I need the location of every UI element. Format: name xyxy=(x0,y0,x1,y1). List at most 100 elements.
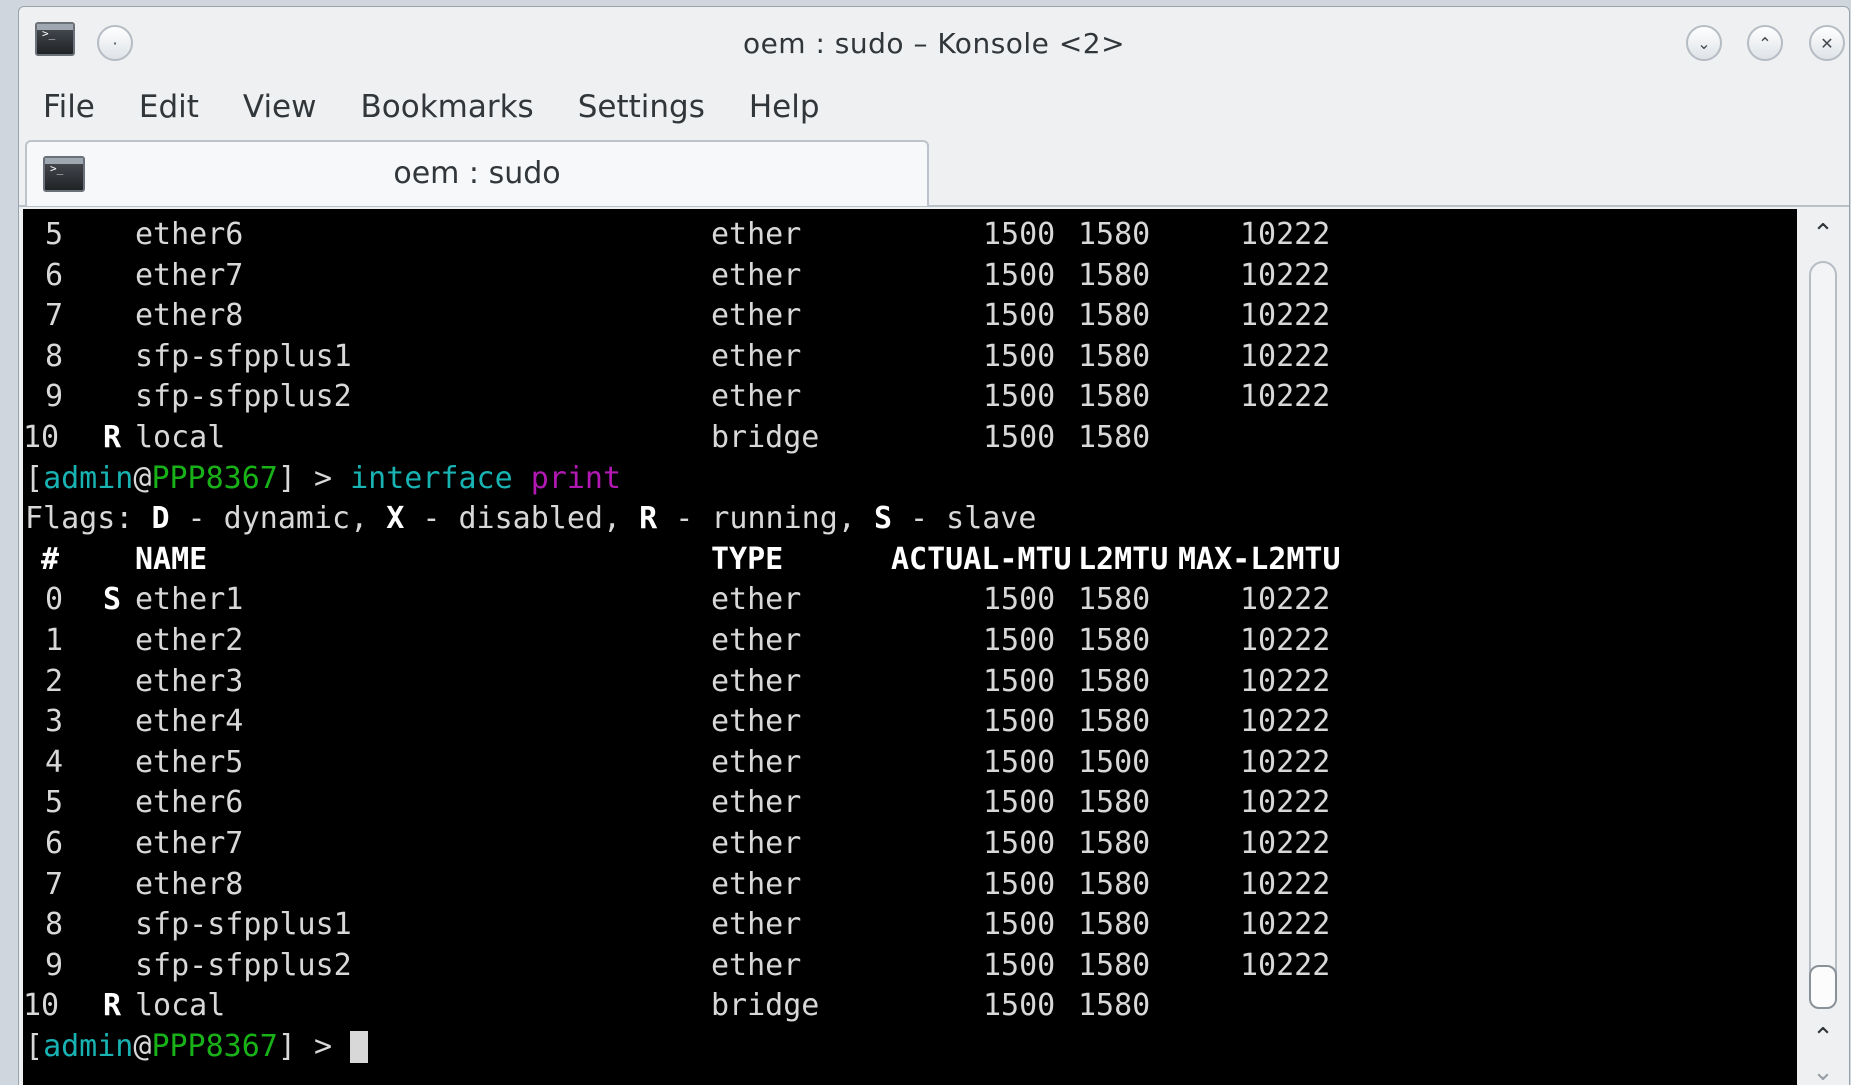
row-number: 6 xyxy=(44,257,63,293)
row-number: 9 xyxy=(44,379,63,415)
row-max-l2mtu: 10222 xyxy=(1240,866,1331,902)
row-number: 7 xyxy=(44,866,63,902)
terminal-output[interactable]: 5 ether6 ether 1500 1580 10222 6 ether7 ether 150… xyxy=(23,209,1797,1085)
row-type: ether xyxy=(711,379,802,415)
row-l2mtu: 1580 xyxy=(1078,257,1151,293)
menu-view[interactable]: View xyxy=(243,79,317,135)
table-row: 8 sfp-sfpplus1 ether 1500 1580 10222 xyxy=(23,337,1793,378)
vertical-scrollbar[interactable]: ⌃ ⌃ ⌄ xyxy=(1801,209,1845,1085)
flags-label: Flags: xyxy=(25,501,152,537)
row-max-l2mtu: 10222 xyxy=(1240,744,1331,780)
row-l2mtu: 1580 xyxy=(1078,704,1151,740)
table-row: 6 ether7 ether 1500 1580 10222 xyxy=(23,256,1793,297)
row-name: sfp-sfpplus1 xyxy=(135,907,352,943)
row-max-l2mtu: 10222 xyxy=(1240,338,1331,374)
row-number: 1 xyxy=(44,622,63,658)
row-max-l2mtu: 10222 xyxy=(1240,825,1331,861)
row-max-l2mtu: 10222 xyxy=(1240,663,1331,699)
row-actual-mtu: 1500 xyxy=(983,866,1056,902)
header-actual-mtu: ACTUAL-MTU xyxy=(891,541,1072,577)
table-row: 3 ether4 ether 1500 1580 10222 xyxy=(23,702,1793,743)
menu-edit[interactable]: Edit xyxy=(139,79,199,135)
row-max-l2mtu: 10222 xyxy=(1240,704,1331,740)
table-row: 9 sfp-sfpplus2 ether 1500 1580 10222 xyxy=(23,377,1793,418)
terminal-lines: 5 ether6 ether 1500 1580 10222 6 ether7 ether 150… xyxy=(23,215,1793,1067)
row-name: ether5 xyxy=(135,744,244,780)
row-type: ether xyxy=(711,217,802,252)
prompt-user: admin xyxy=(43,460,134,496)
scroll-down-icon[interactable]: ⌄ xyxy=(1807,1057,1839,1085)
row-flag: R xyxy=(103,988,122,1024)
scrollbar-handle[interactable] xyxy=(1809,965,1837,1009)
row-number: 9 xyxy=(44,947,63,983)
header-num: # xyxy=(41,541,60,577)
header-max-l2mtu: MAX-L2MTU xyxy=(1178,541,1341,577)
konsole-window: >_ · oem : sudo – Konsole <2> ⌄ ⌃ ✕ File… xyxy=(18,6,1850,1085)
row-l2mtu: 1500 xyxy=(1078,744,1151,780)
row-l2mtu: 1580 xyxy=(1078,379,1151,415)
scroll-up-icon[interactable]: ⌃ xyxy=(1807,219,1839,249)
row-max-l2mtu: 10222 xyxy=(1240,947,1331,983)
row-actual-mtu: 1500 xyxy=(983,217,1056,252)
row-actual-mtu: 1500 xyxy=(983,379,1056,415)
minimize-icon[interactable]: ⌄ xyxy=(1686,25,1722,61)
row-type: ether xyxy=(711,298,802,334)
row-max-l2mtu: 10222 xyxy=(1240,907,1331,943)
window-title: oem : sudo – Konsole <2> xyxy=(742,27,1126,60)
row-actual-mtu: 1500 xyxy=(983,298,1056,334)
row-name: ether3 xyxy=(135,663,244,699)
table-row: 10 Rlocal bridge 1500 1580 xyxy=(23,986,1793,1027)
row-type: ether xyxy=(711,622,802,658)
prompt-close: ] > xyxy=(277,1028,351,1064)
header-l2mtu: L2MTU xyxy=(1078,541,1169,577)
prompt-line: [admin@PPP8367] > xyxy=(23,1027,1793,1068)
row-actual-mtu: 1500 xyxy=(983,622,1056,658)
row-type: ether xyxy=(711,582,802,618)
row-l2mtu: 1580 xyxy=(1078,866,1151,902)
row-type: ether xyxy=(711,866,802,902)
row-l2mtu: 1580 xyxy=(1078,947,1151,983)
prompt-at: @ xyxy=(133,460,152,496)
row-l2mtu: 1580 xyxy=(1078,217,1151,252)
header-type: TYPE xyxy=(711,541,784,577)
menu-help[interactable]: Help xyxy=(749,79,820,135)
scrollbar-track[interactable] xyxy=(1809,261,1837,1001)
row-actual-mtu: 1500 xyxy=(983,988,1056,1024)
title-bar[interactable]: >_ · oem : sudo – Konsole <2> ⌄ ⌃ ✕ xyxy=(19,7,1849,77)
close-icon[interactable]: ✕ xyxy=(1809,25,1845,61)
row-number: 2 xyxy=(44,663,63,699)
row-type: ether xyxy=(711,704,802,740)
row-max-l2mtu: 10222 xyxy=(1240,217,1331,252)
table-row: 7 ether8 ether 1500 1580 10222 xyxy=(23,296,1793,337)
row-number: 8 xyxy=(44,338,63,374)
row-l2mtu: 1580 xyxy=(1078,988,1151,1024)
table-header: # NAME TYPE ACTUAL-MTU L2MTU MAX-L2MTU xyxy=(23,540,1793,581)
row-max-l2mtu: 10222 xyxy=(1240,622,1331,658)
table-row: 10 Rlocal bridge 1500 1580 xyxy=(23,418,1793,459)
row-name: local xyxy=(135,988,226,1024)
row-l2mtu: 1580 xyxy=(1078,825,1151,861)
row-type: ether xyxy=(711,338,802,374)
row-l2mtu: 1580 xyxy=(1078,298,1151,334)
scroll-up-lower-icon[interactable]: ⌃ xyxy=(1807,1023,1839,1053)
row-actual-mtu: 1500 xyxy=(983,907,1056,943)
menu-settings[interactable]: Settings xyxy=(578,79,705,135)
command-text: interface xyxy=(350,460,531,496)
row-name: ether1 xyxy=(135,582,244,618)
prompt-user: admin xyxy=(43,1028,134,1064)
row-name: ether7 xyxy=(135,825,244,861)
row-type: ether xyxy=(711,663,802,699)
row-l2mtu: 1580 xyxy=(1078,785,1151,821)
flag-key: R xyxy=(639,501,658,537)
menu-file[interactable]: File xyxy=(43,79,95,135)
table-row: 4 ether5 ether 1500 1500 10222 xyxy=(23,743,1793,784)
row-name: ether6 xyxy=(135,217,244,252)
table-row: 2 ether3 ether 1500 1580 10222 xyxy=(23,662,1793,703)
tab-session[interactable]: >_ oem : sudo xyxy=(25,140,929,206)
row-actual-mtu: 1500 xyxy=(983,582,1056,618)
row-name: ether8 xyxy=(135,866,244,902)
menu-bookmarks[interactable]: Bookmarks xyxy=(361,79,534,135)
maximize-icon[interactable]: ⌃ xyxy=(1747,25,1783,61)
table-row: 1 ether2 ether 1500 1580 10222 xyxy=(23,621,1793,662)
row-type: ether xyxy=(711,744,802,780)
